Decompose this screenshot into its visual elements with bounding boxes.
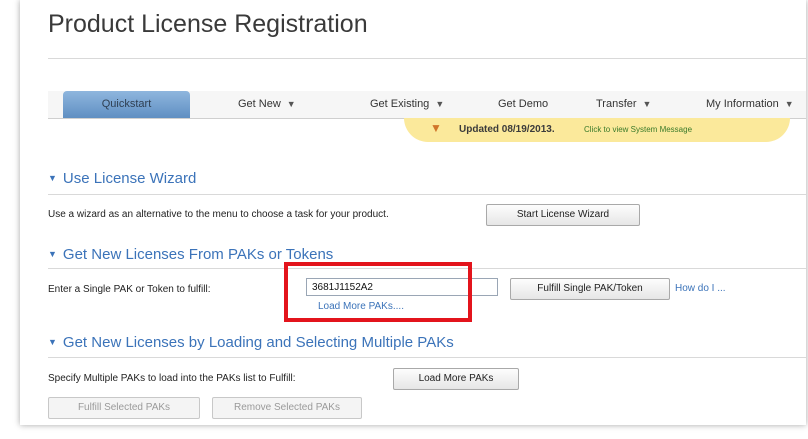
remove-selected-paks-button[interactable]: Remove Selected PAKs — [212, 397, 362, 419]
tab-label: Get New — [238, 98, 281, 110]
section-pak-header[interactable]: ▼ Get New Licenses From PAKs or Tokens — [48, 246, 333, 263]
tab-quickstart[interactable]: Quickstart — [63, 91, 190, 118]
tab-label: Get Existing — [370, 98, 430, 110]
section-title: Use License Wizard — [62, 170, 197, 187]
chevron-down-icon: ▼ — [286, 99, 296, 109]
app-window: Product License Registration V Quickstar… — [20, 0, 806, 425]
page-title: Product License Registration — [48, 10, 368, 38]
multi-pak-label: Specify Multiple PAKs to load into the P… — [48, 373, 296, 384]
tab-label: Transfer — [596, 98, 637, 110]
chevron-down-icon: ▼ — [48, 337, 57, 347]
main-nav: Quickstart Get New ▼ Get Existing ▼ Get De… — [48, 91, 806, 119]
tab-get-existing[interactable]: Get Existing ▼ — [370, 91, 444, 118]
updated-text: Updated 08/19/2013. — [459, 124, 555, 135]
tab-label: Get Demo — [498, 98, 549, 110]
wizard-description: Use a wizard as an alternative to the me… — [48, 209, 389, 220]
system-message-banner: ▼ Updated 08/19/2013. Click to view Syst… — [404, 118, 790, 142]
chevron-down-icon: ▼ — [435, 99, 445, 109]
red-highlight-box — [284, 262, 472, 322]
system-message-link[interactable]: Click to view System Message — [584, 125, 692, 134]
start-license-wizard-button[interactable]: Start License Wizard — [486, 204, 640, 226]
pak-label: Enter a Single PAK or Token to fulfill: — [48, 284, 211, 295]
help-link[interactable]: How do I ... — [675, 283, 726, 294]
fulfill-single-pak-button[interactable]: Fulfill Single PAK/Token — [510, 278, 670, 300]
tab-get-new[interactable]: Get New ▼ — [238, 91, 296, 118]
section-title: Get New Licenses From PAKs or Tokens — [62, 246, 334, 263]
tab-transfer[interactable]: Transfer ▼ — [596, 91, 651, 118]
warning-triangle-icon: ▼ — [430, 121, 442, 135]
section-wizard-header[interactable]: ▼ Use License Wizard — [48, 170, 196, 187]
tab-my-information[interactable]: My Information ▼ — [706, 91, 794, 118]
section-divider — [48, 194, 806, 195]
chevron-down-icon: ▼ — [48, 249, 57, 259]
section-multi-header[interactable]: ▼ Get New Licenses by Loading and Selecti… — [48, 334, 454, 351]
tab-label: My Information — [706, 98, 779, 110]
chevron-down-icon: ▼ — [784, 99, 794, 109]
chevron-down-icon: ▼ — [642, 99, 652, 109]
chevron-down-icon: ▼ — [48, 173, 57, 183]
section-title: Get New Licenses by Loading and Selectin… — [62, 334, 454, 351]
fulfill-selected-paks-button[interactable]: Fulfill Selected PAKs — [48, 397, 200, 419]
tab-label: Quickstart — [101, 98, 152, 110]
title-divider — [48, 58, 806, 59]
tab-get-demo[interactable]: Get Demo — [498, 91, 548, 118]
load-more-paks-button[interactable]: Load More PAKs — [393, 368, 519, 390]
section-divider — [48, 357, 806, 358]
